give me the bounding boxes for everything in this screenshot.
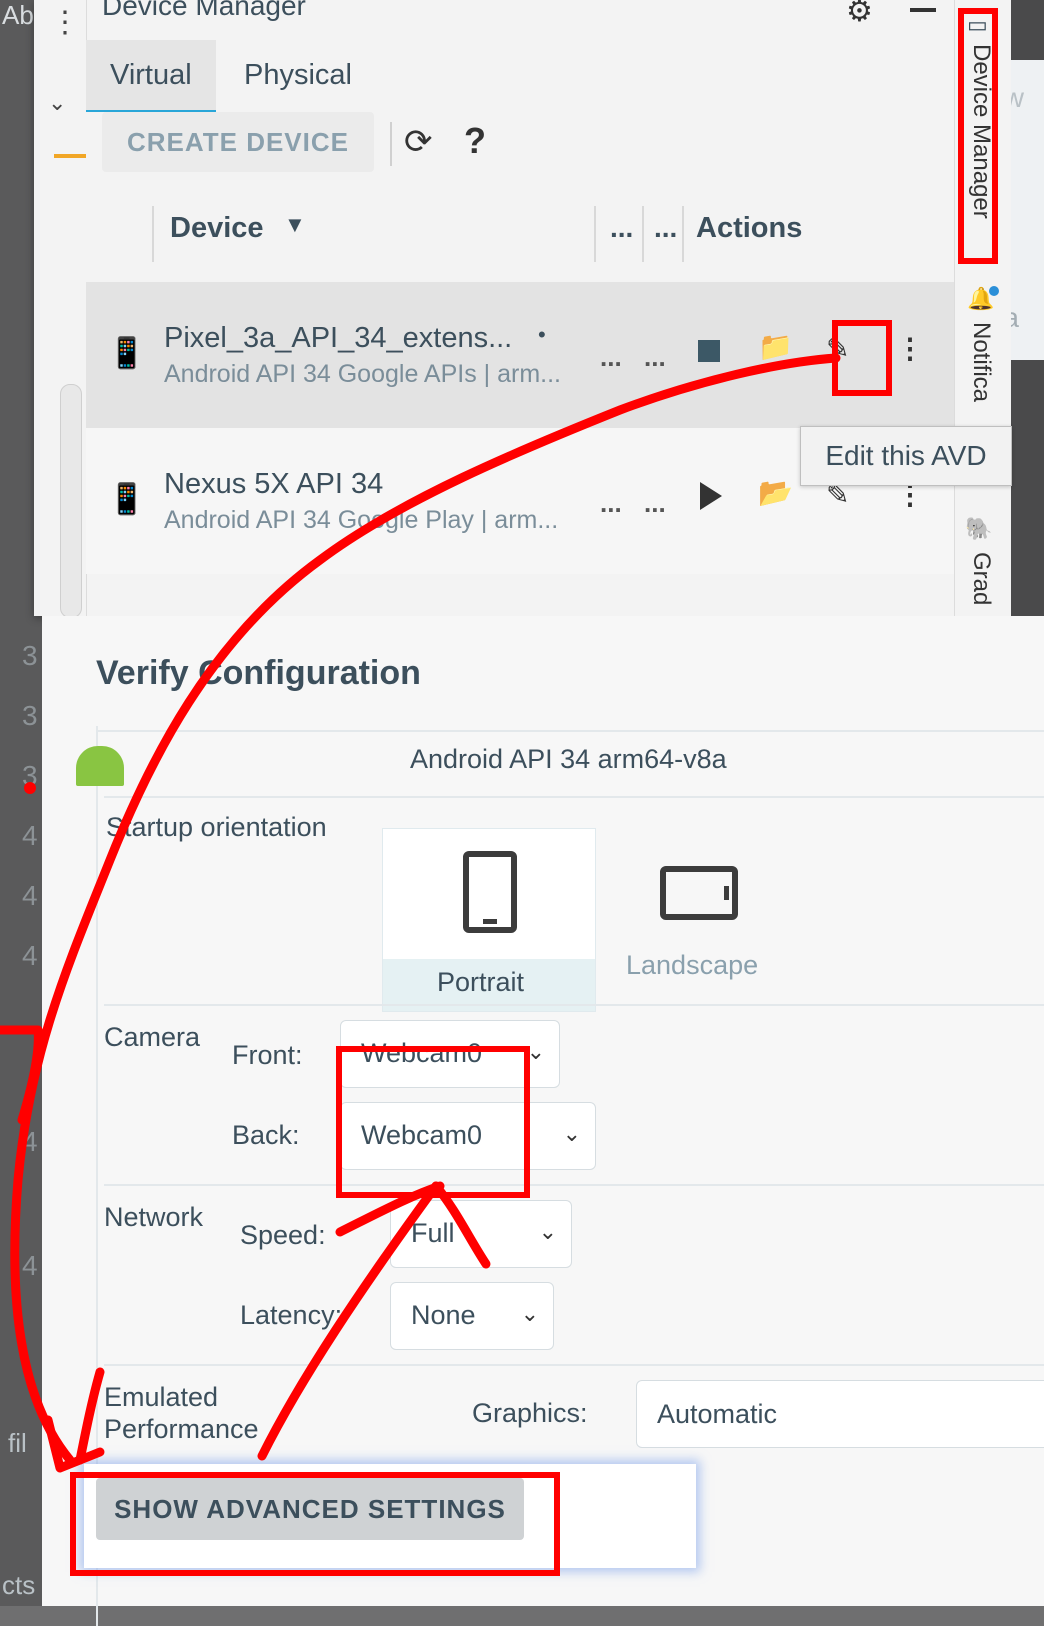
annotation-box-edit-icon <box>832 320 892 396</box>
background-line-number: 4 <box>22 1250 38 1281</box>
options-menu-icon[interactable]: ⋮ <box>50 8 80 38</box>
highlight-marker <box>54 154 86 158</box>
camera-front-label: Front: <box>232 1040 303 1070</box>
camera-label: Camera <box>104 1022 201 1052</box>
annotation-box-device-manager-tab <box>958 8 998 264</box>
vertical-scrollbar[interactable] <box>60 384 82 616</box>
device-api-value: ... <box>600 488 622 518</box>
section-divider <box>104 1184 1044 1186</box>
stop-icon[interactable] <box>698 340 720 362</box>
notification-badge <box>989 286 999 296</box>
gear-icon[interactable]: ⚙ <box>846 0 873 29</box>
section-divider <box>104 1004 1044 1006</box>
device-size-value: ... <box>644 488 666 518</box>
tool-window-left-bar: ⋮ ⌄ <box>34 0 87 616</box>
help-icon[interactable]: ? <box>464 120 486 162</box>
background-line-number: 4 <box>22 1126 38 1157</box>
tab-physical[interactable]: Physical <box>220 40 376 110</box>
emulated-performance-label-2: Performance <box>104 1414 259 1444</box>
toolbar-divider <box>390 122 392 166</box>
more-actions-icon[interactable]: ⋮ <box>896 332 924 365</box>
background-line-number: 4 <box>22 820 38 851</box>
camera-back-label: Back: <box>232 1120 300 1150</box>
latency-label: Latency: <box>240 1300 343 1330</box>
gradle-tool-tab[interactable]: Grad <box>967 552 995 605</box>
column-divider <box>594 206 596 262</box>
folder-icon[interactable]: 📁 <box>758 330 793 363</box>
annotation-box-camera-webcam <box>336 1046 530 1198</box>
device-name: Nexus 5X API 34 <box>164 468 384 500</box>
device-manager-panel: ⋮ ⌄ Device Manager ⚙ Virtual Physical CR… <box>34 0 980 616</box>
section-divider <box>104 1364 1044 1366</box>
chevron-down-icon: ⌄ <box>538 1219 557 1244</box>
portrait-phone-icon <box>463 851 517 933</box>
network-speed-select[interactable]: Full ⌄ <box>390 1200 572 1268</box>
device-table-header: Device ▼ ... ... Actions <box>86 182 980 284</box>
panel-title: Device Manager <box>102 0 306 21</box>
chevron-down-icon: ⌄ <box>520 1301 539 1326</box>
notifications-tool-tab[interactable]: Notifica <box>967 322 995 402</box>
page-title: Verify Configuration <box>96 654 421 692</box>
orientation-portrait-label: Portrait <box>437 967 525 997</box>
background-text-fragment: Ab <box>2 0 34 30</box>
column-divider <box>152 206 154 262</box>
background-line-number: 4 <box>22 940 38 971</box>
column-divider <box>682 206 684 262</box>
folder-icon[interactable]: 📂 <box>758 476 793 509</box>
device-subtitle: Android API 34 Google APIs | arm... <box>164 360 561 388</box>
network-label: Network <box>104 1202 204 1232</box>
column-device[interactable]: Device <box>170 212 264 245</box>
landscape-phone-icon[interactable] <box>660 866 738 920</box>
background-text-fragment: fil <box>8 1428 27 1458</box>
column-api[interactable]: ... <box>610 212 633 244</box>
graphics-label: Graphics: <box>472 1398 588 1428</box>
device-running-dot: • <box>538 322 546 347</box>
system-image-label: Android API 34 arm64-v8a <box>410 744 727 774</box>
virtual-device-icon: 📱 <box>108 337 146 370</box>
create-device-button[interactable]: CREATE DEVICE <box>102 112 374 172</box>
speed-label: Speed: <box>240 1220 326 1250</box>
launch-play-icon[interactable] <box>700 482 722 510</box>
virtual-device-icon: 📱 <box>108 483 146 516</box>
refresh-icon[interactable]: ⟳ <box>404 122 433 162</box>
annotation-box-advanced-settings <box>70 1472 560 1576</box>
network-latency-value: None <box>411 1300 476 1330</box>
column-divider <box>642 206 644 262</box>
graphics-select[interactable]: Automatic <box>636 1380 1044 1448</box>
section-divider <box>96 730 1044 732</box>
edit-avd-tooltip: Edit this AVD <box>800 426 1012 486</box>
chevron-down-icon[interactable]: ⌄ <box>48 90 66 116</box>
background-line-number: 4 <box>22 880 38 911</box>
background-line-number: 3 <box>22 640 38 671</box>
chevron-down-icon: ⌄ <box>562 1121 581 1146</box>
emulated-performance-label: Emulated <box>104 1382 219 1412</box>
minimize-icon[interactable] <box>910 8 936 12</box>
orientation-landscape-label[interactable]: Landscape <box>626 950 758 981</box>
elephant-icon: 🐘 <box>965 516 993 541</box>
tab-virtual[interactable]: Virtual <box>86 40 216 113</box>
device-name: Pixel_3a_API_34_extens... <box>164 322 513 354</box>
column-actions: Actions <box>696 212 803 244</box>
sort-descending-icon[interactable]: ▼ <box>284 212 306 238</box>
network-latency-select[interactable]: None ⌄ <box>390 1282 554 1350</box>
graphics-value: Automatic <box>657 1399 778 1429</box>
background-line-number: 3 <box>22 700 38 731</box>
column-size[interactable]: ... <box>654 212 677 244</box>
device-toolbar: CREATE DEVICE ⟳ ? <box>86 112 980 183</box>
background-text-fragment: cts <box>2 1570 36 1600</box>
network-speed-value: Full <box>411 1218 455 1248</box>
android-logo-icon <box>76 746 124 786</box>
background-line-number: 3 <box>22 760 38 791</box>
orientation-portrait-option[interactable]: Portrait <box>382 828 596 1012</box>
device-type-tabs: Virtual Physical <box>86 40 980 113</box>
device-subtitle: Android API 34 Google Play | arm... <box>164 506 559 534</box>
startup-orientation-label: Startup orientation <box>106 812 327 842</box>
device-api-value: ... <box>600 342 622 372</box>
device-size-value: ... <box>644 342 666 372</box>
section-divider <box>104 796 1044 798</box>
